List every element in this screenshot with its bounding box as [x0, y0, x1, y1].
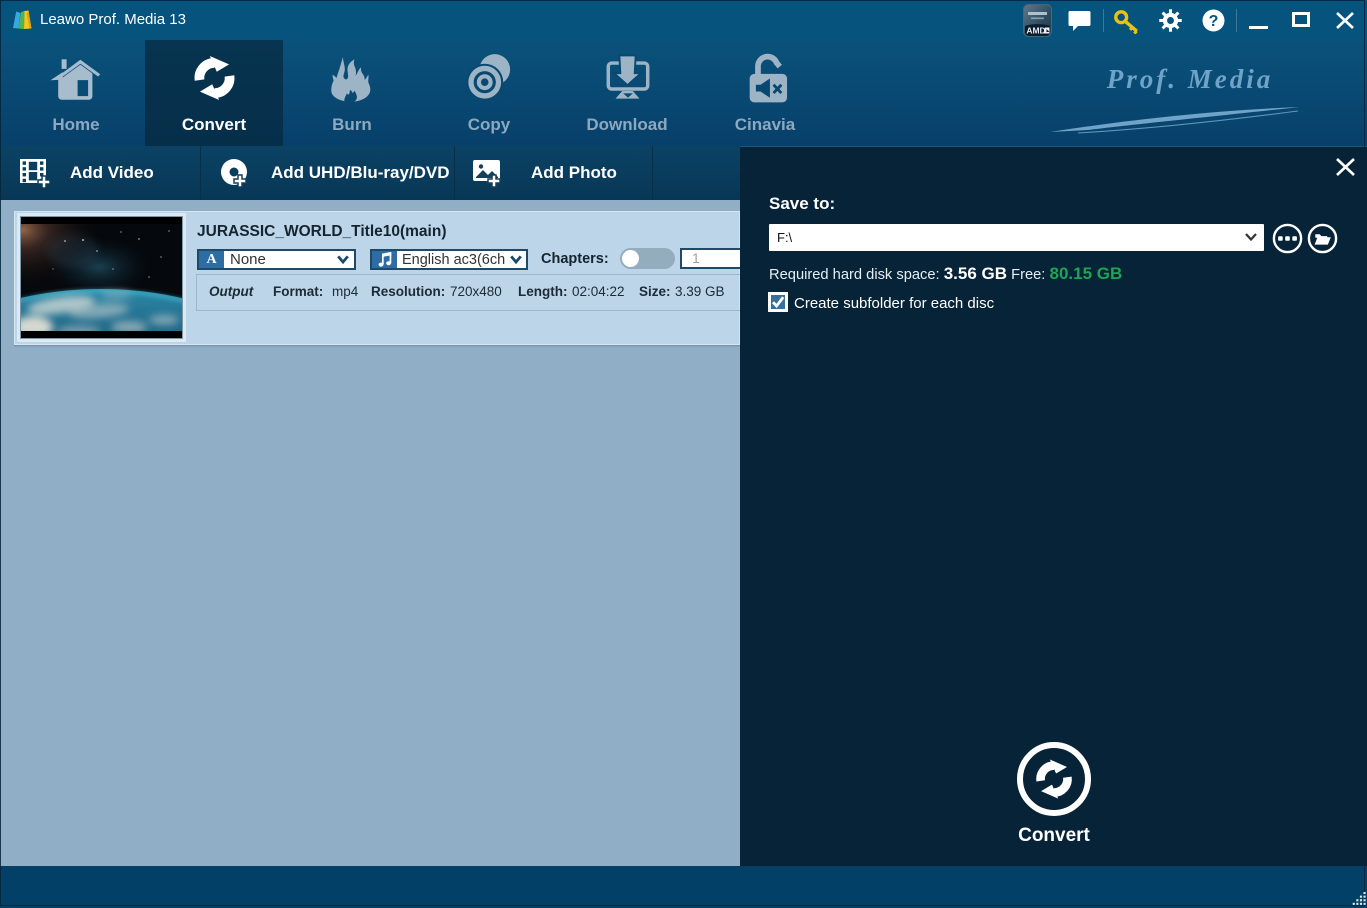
svg-text:AMD: AMD: [1026, 26, 1045, 36]
svg-text:?: ?: [1209, 13, 1219, 30]
